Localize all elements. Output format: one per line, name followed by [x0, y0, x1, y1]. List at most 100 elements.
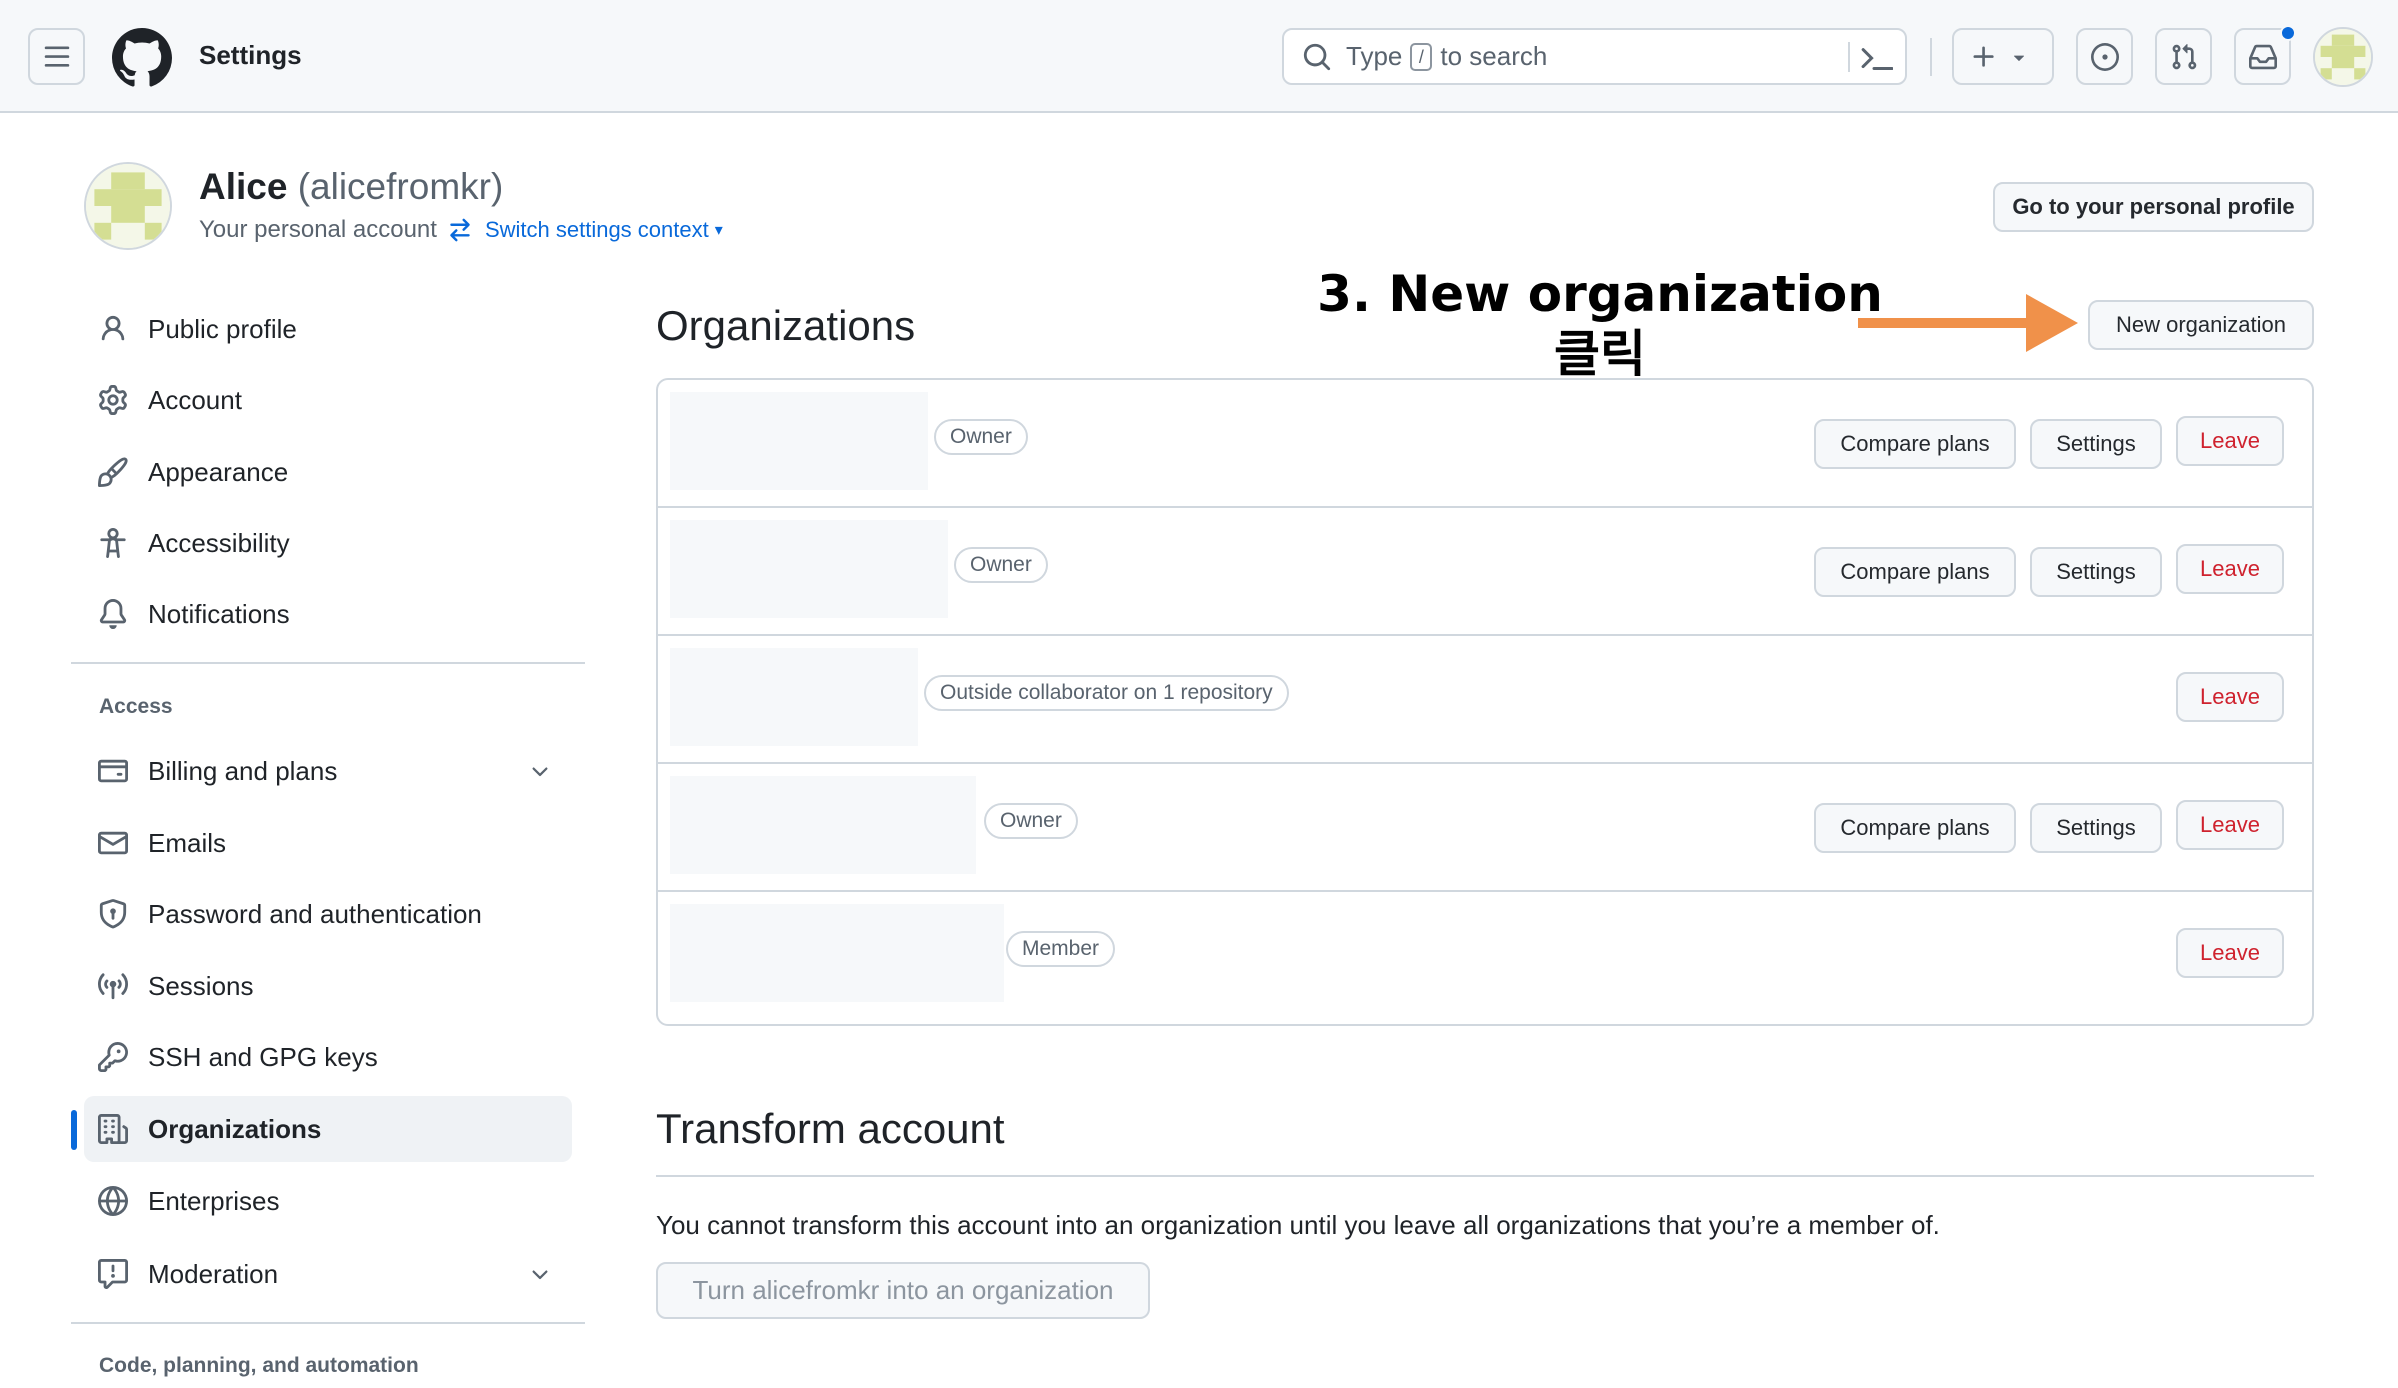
sidebar-section-access: Access: [99, 695, 173, 718]
user-login: (alicefromkr): [297, 166, 504, 207]
role-badge: Outside collaborator on 1 repository: [924, 675, 1289, 711]
sidebar-item-accessibility[interactable]: Accessibility: [84, 510, 572, 576]
mail-icon: [98, 831, 128, 855]
broadcast-icon: [98, 973, 128, 1000]
sidebar-item-notifications[interactable]: Notifications: [84, 581, 572, 647]
sidebar-item-label: Public profile: [148, 313, 297, 344]
new-organization-button[interactable]: New organization: [2088, 300, 2314, 350]
sidebar-item-label: Password and authentication: [148, 898, 482, 929]
accessibility-icon: [100, 528, 126, 558]
search-divider: [1848, 42, 1850, 72]
plus-icon: [1973, 46, 1994, 67]
inbox-icon: [2248, 44, 2277, 69]
compare-plans-button[interactable]: Compare plans: [1814, 547, 2016, 597]
sidebar-item-ssh-gpg-keys[interactable]: SSH and GPG keys: [84, 1024, 572, 1090]
leave-button[interactable]: Leave: [2176, 672, 2284, 722]
search-icon: [1303, 43, 1331, 70]
go-to-profile-button[interactable]: Go to your personal profile: [1993, 182, 2314, 232]
settings-button[interactable]: Settings: [2030, 547, 2162, 597]
sidebar-item-emails[interactable]: Emails: [84, 810, 572, 876]
user-avatar-large[interactable]: [84, 162, 172, 250]
compare-plans-button[interactable]: Compare plans: [1814, 419, 2016, 469]
organization-row: Outside collaborator on 1 repository Lea…: [658, 636, 2312, 764]
settings-button[interactable]: Settings: [2030, 419, 2162, 469]
user-display-name: Alice: [199, 166, 288, 207]
transform-account-description: You cannot transform this account into a…: [656, 1210, 1940, 1240]
turn-into-organization-button[interactable]: Turn alicefromkr into an organization: [656, 1262, 1150, 1319]
organization-name-redacted[interactable]: [670, 520, 948, 618]
sidebar-divider: [71, 662, 585, 664]
settings-button[interactable]: Settings: [2030, 803, 2162, 853]
gear-icon: [99, 385, 127, 415]
organizations-list: Owner Compare plans Settings Leave Owner…: [656, 378, 2314, 1026]
sidebar-item-label: Accessibility: [148, 527, 290, 558]
sidebar-item-organizations[interactable]: Organizations: [84, 1096, 572, 1162]
paintbrush-icon: [98, 457, 128, 487]
sidebar-item-label: Sessions: [148, 970, 254, 1001]
sidebar-item-label: Moderation: [148, 1258, 279, 1289]
sidebar-item-enterprises[interactable]: Enterprises: [84, 1168, 572, 1234]
organization-icon: [98, 1114, 128, 1144]
sidebar-item-label: Account: [148, 384, 242, 415]
leave-button[interactable]: Leave: [2176, 928, 2284, 978]
key-icon: [98, 1042, 128, 1072]
header-divider: [1930, 38, 1932, 76]
issues-button[interactable]: [2076, 28, 2133, 85]
tutorial-annotation: 3. New organization 클릭: [1300, 264, 1900, 384]
pull-requests-button[interactable]: [2155, 28, 2212, 85]
organization-name-redacted[interactable]: [670, 904, 1004, 1002]
sidebar-item-label: Enterprises: [148, 1185, 280, 1216]
sidebar-item-moderation[interactable]: Moderation: [84, 1241, 572, 1307]
transform-account-heading: Transform account: [656, 1105, 1005, 1152]
organization-name-redacted[interactable]: [670, 648, 918, 746]
bell-icon: [99, 599, 127, 629]
sidebar-item-password[interactable]: Password and authentication: [84, 881, 572, 947]
switch-settings-context-link[interactable]: Switch settings context: [485, 217, 709, 243]
sidebar-item-billing[interactable]: Billing and plans: [84, 738, 572, 804]
menu-button[interactable]: [28, 28, 85, 85]
report-icon: [98, 1259, 128, 1289]
top-header: Settings Type / to search: [0, 0, 2398, 113]
organization-name-redacted[interactable]: [670, 776, 976, 874]
chevron-down-icon[interactable]: [528, 760, 552, 784]
command-palette-icon[interactable]: [1861, 42, 1893, 74]
sidebar-item-sessions[interactable]: Sessions: [84, 953, 572, 1019]
search-input[interactable]: Type / to search: [1282, 28, 1907, 85]
switch-context-caret-icon[interactable]: ▾: [715, 220, 723, 240]
create-new-button[interactable]: [1952, 28, 2054, 85]
sidebar-item-label: SSH and GPG keys: [148, 1041, 378, 1072]
leave-button[interactable]: Leave: [2176, 416, 2284, 466]
notification-indicator: [2280, 25, 2296, 41]
annotation-line-2: 클릭: [1554, 325, 1646, 383]
active-indicator: [71, 1110, 77, 1150]
sidebar-item-account[interactable]: Account: [84, 367, 572, 433]
chevron-down-icon[interactable]: [528, 1263, 552, 1287]
user-avatar[interactable]: [2313, 27, 2373, 87]
sidebar-item-label: Emails: [148, 827, 227, 858]
triangle-down-icon: [2013, 55, 2025, 61]
sidebar-item-label: Notifications: [148, 598, 290, 629]
shield-lock-icon: [99, 899, 127, 929]
organization-row: Owner Compare plans Settings Leave: [658, 764, 2312, 892]
sidebar-item-label: Appearance: [148, 456, 289, 487]
organization-name-redacted[interactable]: [670, 392, 928, 490]
leave-button[interactable]: Leave: [2176, 800, 2284, 850]
sidebar-section-code-planning: Code, planning, and automation: [99, 1354, 419, 1377]
annotation-line-1: 3. New organization: [1317, 265, 1883, 323]
sidebar-item-public-profile[interactable]: Public profile: [84, 296, 572, 362]
organization-row: Owner Compare plans Settings Leave: [658, 508, 2312, 636]
leave-button[interactable]: Leave: [2176, 544, 2284, 594]
person-icon: [101, 315, 125, 341]
role-badge: Owner: [934, 419, 1028, 455]
hamburger-icon: [44, 46, 69, 67]
compare-plans-button[interactable]: Compare plans: [1814, 803, 2016, 853]
github-logo-icon[interactable]: [112, 28, 172, 88]
arrow-switch-icon: [450, 218, 470, 242]
issue-opened-icon: [2090, 42, 2119, 71]
organization-row: Owner Compare plans Settings Leave: [658, 380, 2312, 508]
credit-card-icon: [98, 759, 128, 783]
annotation-arrow-icon: [1858, 294, 2078, 352]
sidebar-item-appearance[interactable]: Appearance: [84, 439, 572, 505]
context-title[interactable]: Settings: [199, 40, 302, 71]
account-type-label: Your personal account: [199, 216, 437, 243]
